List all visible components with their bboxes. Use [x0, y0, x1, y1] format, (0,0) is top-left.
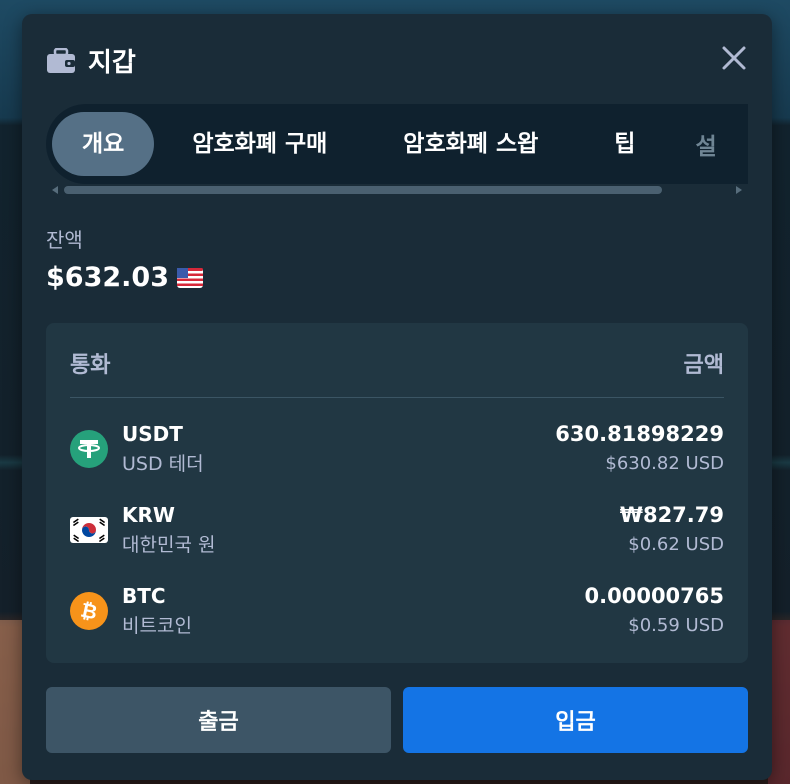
scrollbar-thumb[interactable] [64, 186, 662, 194]
withdraw-button[interactable]: 출금 [46, 687, 391, 753]
header-amount: 금액 [683, 353, 724, 378]
coin-name: 비트코인 [122, 615, 192, 637]
tab-swap-crypto[interactable]: 암호화폐 스왑 [365, 112, 576, 176]
deposit-button[interactable]: 입금 [403, 687, 748, 753]
tab-bar: 개요 암호화폐 구매 암호화폐 스왑 팁 설 [46, 104, 748, 184]
balance-label: 잔액 [46, 228, 83, 252]
currency-row-btc[interactable]: ₿ BTC 비트코인 0.00000765 $0.59 USD [70, 579, 724, 643]
wallet-icon [46, 47, 76, 74]
coin-amount: 630.81898229 [555, 422, 724, 446]
coin-name: 대한민국 원 [122, 534, 216, 556]
currency-row-usdt[interactable]: USDT USD 테더 630.81898229 $630.82 USD [70, 417, 724, 481]
bitcoin-icon: ₿ [70, 592, 108, 630]
wallet-modal: 지갑 개요 암호화폐 구매 암호화폐 스왑 팁 설 잔액 $632.03 통화 … [22, 14, 772, 780]
korea-flag-icon [70, 511, 108, 549]
modal-header: 지갑 [46, 42, 136, 79]
tab-settings-partial[interactable]: 설 [673, 127, 716, 161]
coin-name: USD 테더 [122, 453, 204, 475]
scroll-left-icon[interactable] [52, 186, 58, 194]
coin-amount: ₩827.79 [619, 503, 724, 527]
header-currency: 통화 [70, 353, 111, 378]
balance-row: $632.03 [46, 262, 203, 293]
coin-usd-value: $630.82 USD [605, 453, 724, 474]
balance-value: $632.03 [46, 262, 169, 293]
tab-tip[interactable]: 팁 [576, 112, 673, 176]
table-header: 통화 금액 [70, 347, 724, 398]
coin-amount: 0.00000765 [584, 584, 724, 608]
tab-buy-crypto[interactable]: 암호화폐 구매 [154, 112, 365, 176]
coin-code: KRW [122, 503, 175, 527]
tab-scrollbar[interactable] [46, 184, 748, 196]
coin-usd-value: $0.62 USD [628, 534, 724, 555]
coin-code: USDT [122, 422, 183, 446]
close-button[interactable] [720, 44, 748, 72]
scroll-right-icon[interactable] [736, 186, 742, 194]
usdt-icon [70, 430, 108, 468]
close-icon [722, 46, 746, 70]
us-flag-icon[interactable] [176, 267, 203, 288]
coin-code: BTC [122, 584, 166, 608]
modal-title: 지갑 [88, 48, 136, 78]
currency-table: 통화 금액 USDT USD 테더 630.81898229 $630.82 U… [46, 323, 748, 663]
currency-row-krw[interactable]: KRW 대한민국 원 ₩827.79 $0.62 USD [70, 498, 724, 562]
coin-usd-value: $0.59 USD [628, 615, 724, 636]
tab-overview[interactable]: 개요 [52, 112, 155, 176]
